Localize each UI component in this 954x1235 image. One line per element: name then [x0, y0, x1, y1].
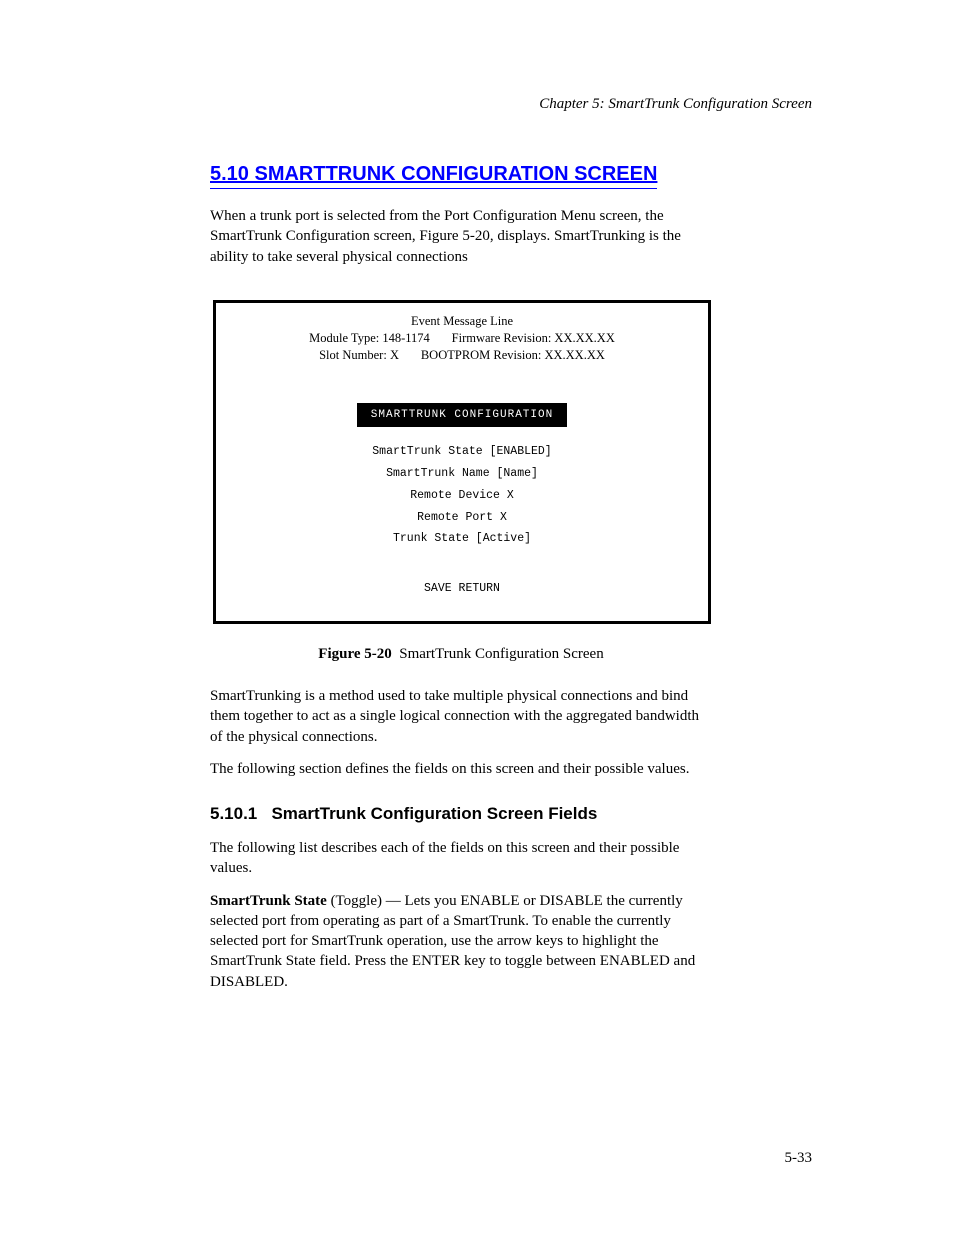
figure-row-trunk-state: Trunk State [Active]	[216, 528, 708, 550]
subsection-heading: 5.10.1 SmartTrunk Configuration Screen F…	[210, 804, 597, 824]
figure-row-remote-port: Remote Port X	[216, 507, 708, 529]
page-number: 5-33	[785, 1150, 813, 1167]
page: Chapter 5: SmartTrunk Configuration Scre…	[0, 0, 954, 1235]
figure-actions: SAVE RETURN	[216, 582, 708, 595]
state-field-para: SmartTrunk State (Toggle) — Lets you ENA…	[210, 891, 715, 992]
running-header-right: Chapter 5: SmartTrunk Configuration Scre…	[539, 96, 812, 113]
state-field-meta: (Toggle)	[331, 893, 382, 909]
figure-panel-title-bar: SMARTTRUNK CONFIGURATION	[357, 403, 567, 427]
figure-caption-label: Figure 5-20	[318, 646, 391, 662]
figure-event-line: Event Message Line	[216, 313, 708, 330]
figure-fields-block: SmartTrunk State [ENABLED] SmartTrunk Na…	[216, 441, 708, 550]
figure-caption-text: SmartTrunk Configuration Screen	[399, 646, 603, 662]
figure-header-block: Event Message Line Module Type: 148-1174…	[216, 313, 708, 364]
figure-row-state: SmartTrunk State [ENABLED]	[216, 441, 708, 463]
state-field-label: SmartTrunk State	[210, 893, 327, 909]
figure-caption: Figure 5-20 SmartTrunk Configuration Scr…	[210, 646, 712, 663]
subsection-body: The following list describes each of the…	[210, 838, 715, 1004]
subsection-number: 5.10.1	[210, 804, 257, 823]
figure-module-line: Module Type: 148-1174 Firmware Revision:…	[216, 330, 708, 347]
figure-row-name: SmartTrunk Name [Name]	[216, 463, 708, 485]
post-figure-p1: SmartTrunking is a method used to take m…	[210, 686, 715, 747]
intro-paragraph: When a trunk port is selected from the P…	[210, 206, 712, 267]
figure-screenshot-box: Event Message Line Module Type: 148-1174…	[213, 300, 711, 624]
section-heading-link[interactable]: 5.10 SMARTTRUNK CONFIGURATION SCREEN	[210, 163, 657, 189]
post-figure-text: SmartTrunking is a method used to take m…	[210, 686, 715, 791]
post-figure-p2: The following section defines the fields…	[210, 759, 715, 779]
subsection-intro: The following list describes each of the…	[210, 838, 715, 879]
subsection-title: SmartTrunk Configuration Screen Fields	[271, 804, 597, 823]
figure-slot-line: Slot Number: X BOOTPROM Revision: XX.XX.…	[216, 347, 708, 364]
figure-row-remote-device: Remote Device X	[216, 485, 708, 507]
